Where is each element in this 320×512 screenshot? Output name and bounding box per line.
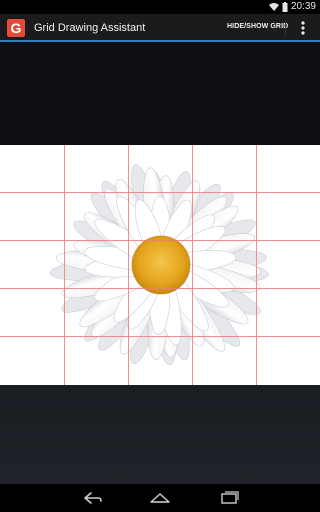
daisy-image (49, 164, 269, 366)
overflow-menu-icon[interactable] (298, 20, 308, 36)
grid-line-horizontal (0, 192, 320, 193)
status-bar: 20:39 (0, 0, 320, 14)
grid-line-horizontal (0, 336, 320, 337)
grid-line-vertical (256, 145, 257, 385)
image-canvas[interactable] (0, 145, 320, 385)
top-background (0, 42, 320, 145)
action-divider (285, 21, 286, 35)
navigation-bar (0, 484, 320, 512)
back-icon[interactable] (79, 489, 105, 507)
app-logo-letter: G (11, 20, 22, 36)
grid-line-vertical (192, 145, 193, 385)
status-icons: 20:39 (268, 1, 316, 12)
battery-icon (282, 1, 288, 12)
recents-icon[interactable] (216, 489, 242, 507)
hide-show-grid-button[interactable]: HIDE/SHOW GRID (227, 23, 288, 30)
grid-line-vertical (64, 145, 65, 385)
grid-line-vertical (128, 145, 129, 385)
app-logo-icon[interactable]: G (6, 18, 26, 38)
app-title: Grid Drawing Assistant (34, 22, 146, 34)
action-bar: G Grid Drawing Assistant HIDE/SHOW GRID (0, 14, 320, 42)
status-time: 20:39 (290, 1, 316, 12)
grid-line-horizontal (0, 240, 320, 241)
wifi-icon (268, 2, 279, 11)
bottom-background (0, 385, 320, 484)
grid-line-horizontal (0, 288, 320, 289)
home-icon[interactable] (147, 489, 173, 507)
